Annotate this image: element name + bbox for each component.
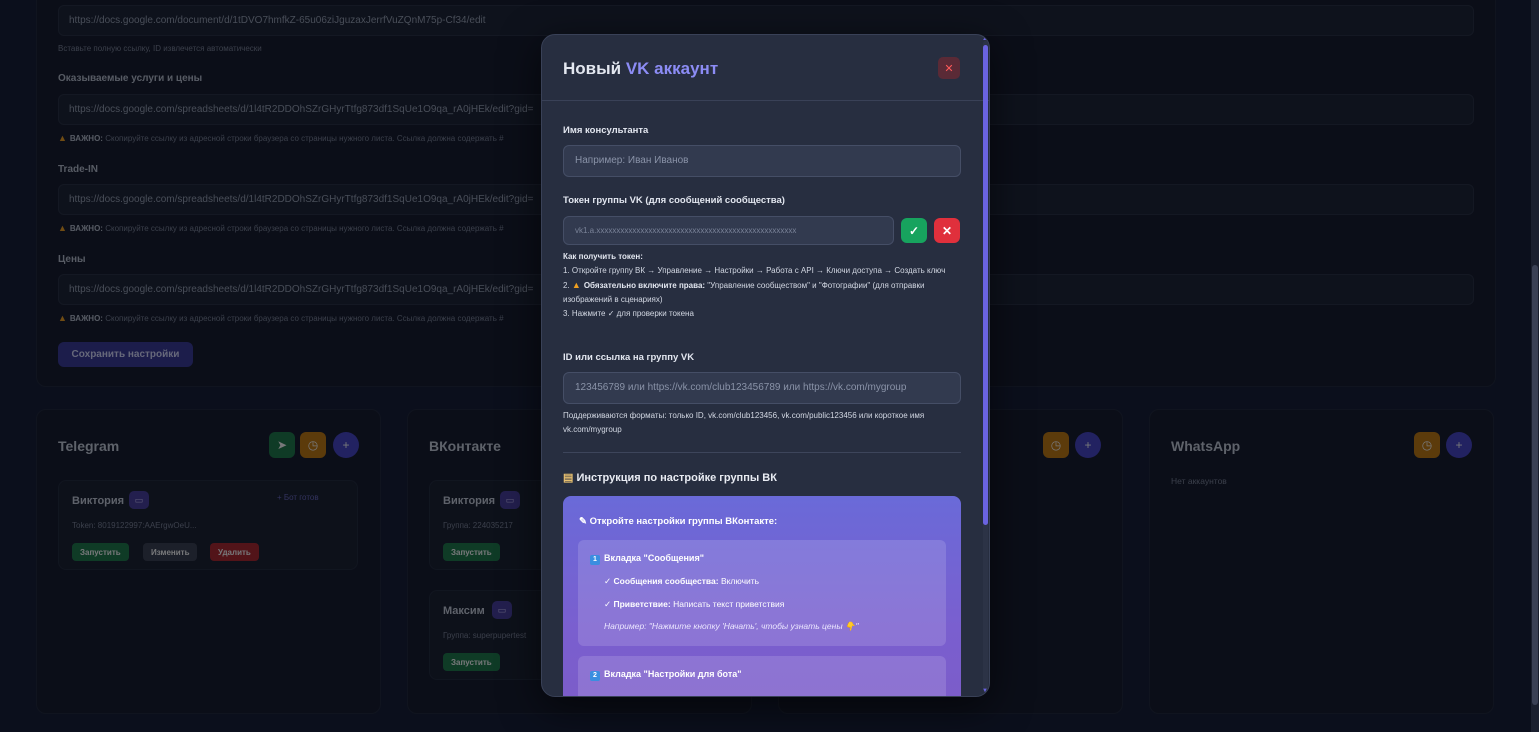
section-line: ✓ Сообщения сообщества: Включить [604,576,760,586]
token-input[interactable]: vk1.a.xxxxxxxxxxxxxxxxxxxxxxxxxxxxxxxxxx… [563,216,894,245]
modal-scroll-thumb[interactable] [983,45,988,525]
warning-icon: ▲ [571,280,581,290]
token-label: Токен группы VK (для сообщений сообществ… [563,195,785,206]
modal-title: Новый VK аккаунт [563,59,719,78]
instruction-box: ✎ Откройте настройки группы ВКонтакте: 1… [563,496,961,696]
section-title: 2 Вкладка "Настройки для бота" [590,669,742,681]
consultant-name-input[interactable]: Например: Иван Иванов [563,145,961,177]
token-help: Как получить токен: 1. Откройте группу В… [563,252,946,318]
group-id-input[interactable]: 123456789 или https://vk.com/club1234567… [563,372,961,404]
scroll-down-icon[interactable]: ▼ [982,688,988,694]
page-scroll-thumb[interactable] [1532,265,1538,705]
divider [563,452,961,453]
group-label: ID или ссылка на группу VK [563,352,695,363]
section-example: Например: "Нажмите кнопку 'Начать', чтоб… [604,621,859,631]
instruction-head: ✎ Откройте настройки группы ВКонтакте: [579,516,778,527]
group-hint: Поддерживаются форматы: только ID, vk.co… [563,411,925,434]
clipboard-icon: ▤ [563,472,574,484]
new-vk-account-modal: Новый VK аккаунт ✕ Имя консультанта Напр… [541,34,990,697]
bot-settings-tab-section: 2 Вкладка "Настройки для бота" [578,656,946,696]
modal-header: Новый VK аккаунт ✕ [542,35,989,101]
check-token-button[interactable]: ✓ [901,218,927,243]
section-title: 1 Вкладка "Сообщения" [590,553,704,565]
consultant-label: Имя консультанта [563,125,649,136]
instruction-title: ▤ Инструкция по настройке группы ВК [563,472,777,484]
page-scrollbar[interactable] [1531,0,1539,732]
section-line: ✓ Приветствие: Написать текст приветстви… [604,599,785,609]
clear-token-button[interactable]: ✕ [934,218,960,243]
scroll-up-icon[interactable]: ▲ [982,36,988,42]
wrench-icon: ✎ [579,516,587,527]
close-icon[interactable]: ✕ [938,57,960,79]
messages-tab-section: 1 Вкладка "Сообщения" ✓ Сообщения сообщес… [578,540,946,646]
